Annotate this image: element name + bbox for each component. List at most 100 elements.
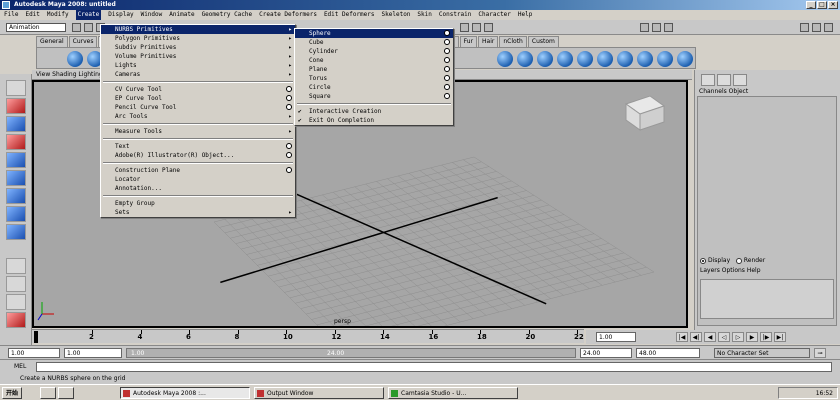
render-globals-icon[interactable]	[664, 23, 673, 32]
menu-constrain[interactable]: Constrain	[439, 10, 472, 20]
menu-file[interactable]: File	[4, 10, 18, 20]
create-menu-item-lights[interactable]: Lights ▸	[101, 61, 295, 70]
option-box-icon[interactable]	[444, 30, 450, 36]
create-menu-item-adobe-r-illustrator-r-object[interactable]: Adobe(R) Illustrator(R) Object...	[101, 151, 295, 160]
lasso-tool-icon[interactable]	[6, 98, 26, 114]
attribute-editor-toggle-icon[interactable]	[812, 23, 821, 32]
create-menu-item-sets[interactable]: Sets ▸	[101, 208, 295, 217]
outliner-layout-icon[interactable]	[6, 294, 26, 310]
playback-end-field[interactable]: 24.00	[580, 348, 632, 358]
sphere-shelf-icon[interactable]	[67, 51, 83, 67]
create-menu-item-arc-tools[interactable]: Arc Tools ▸	[101, 112, 295, 121]
create-menu-item-annotation[interactable]: Annotation...	[101, 184, 295, 193]
shelf-tab-hair[interactable]: Hair	[478, 36, 499, 47]
shelf-tab-fur[interactable]: Fur	[459, 36, 478, 47]
playback-start-field[interactable]: 1.00	[64, 348, 122, 358]
command-input[interactable]	[36, 362, 832, 372]
auto-key-icon[interactable]: ⊸	[814, 348, 826, 358]
go-to-start-icon[interactable]: |◀	[676, 332, 688, 342]
create-menu-item-pencil-curve-tool[interactable]: Pencil Curve Tool	[101, 103, 295, 112]
option-box-icon[interactable]	[286, 167, 292, 173]
create-menu-item-polygon-primitives[interactable]: Polygon Primitives ▸	[101, 34, 295, 43]
create-menu-item-volume-primitives[interactable]: Volume Primitives ▸	[101, 52, 295, 61]
shelf-tab-ncloth[interactable]: nCloth	[499, 36, 527, 47]
menu-character[interactable]: Character	[478, 10, 511, 20]
go-to-end-icon[interactable]: ▶|	[774, 332, 786, 342]
option-box-icon[interactable]	[286, 152, 292, 158]
option-box-icon[interactable]	[444, 48, 450, 54]
nurbs-menu-item-exit-on-completion[interactable]: ✔ Exit On Completion	[295, 116, 453, 125]
play-backwards-icon[interactable]: ◁	[718, 332, 730, 342]
view-cube[interactable]	[624, 95, 666, 131]
layer-list[interactable]	[700, 279, 834, 319]
current-frame-field[interactable]: 1.00	[596, 332, 636, 342]
create-menu-item-cameras[interactable]: Cameras ▸	[101, 70, 295, 79]
select-tool-icon[interactable]	[6, 80, 26, 96]
shelf-tool-icon[interactable]	[597, 51, 613, 67]
maximize-button[interactable]: □	[817, 1, 827, 9]
shelf-tool-icon[interactable]	[657, 51, 673, 67]
snap-curve-icon[interactable]	[472, 23, 481, 32]
menu-edit[interactable]: Edit	[25, 10, 39, 20]
layer-editor-menubar[interactable]: Layers Options Help	[700, 267, 761, 274]
shelf-tab-general[interactable]: General	[36, 36, 68, 47]
shelf-tool-icon[interactable]	[517, 51, 533, 67]
step-back-key-icon[interactable]: ◀|	[690, 332, 702, 342]
menu-create-deformers[interactable]: Create Deformers	[259, 10, 317, 20]
nurbs-menu-item-torus[interactable]: Torus	[295, 74, 453, 83]
animation-start-field[interactable]: 1.00	[8, 348, 60, 358]
shelf-tool-icon[interactable]	[557, 51, 573, 67]
scale-tool-icon[interactable]	[6, 170, 26, 186]
option-box-icon[interactable]	[286, 143, 292, 149]
ipr-render-icon[interactable]	[652, 23, 661, 32]
option-box-icon[interactable]	[444, 75, 450, 81]
option-box-icon[interactable]	[444, 66, 450, 72]
nurbs-menu-item-square[interactable]: Square	[295, 92, 453, 101]
create-menu-item-ep-curve-tool[interactable]: EP Curve Tool	[101, 94, 295, 103]
option-box-icon[interactable]	[444, 84, 450, 90]
command-language-label[interactable]: MEL	[14, 363, 26, 370]
menu-create[interactable]: Create	[75, 10, 102, 20]
create-menu-item-subdiv-primitives[interactable]: Subdiv Primitives ▸	[101, 43, 295, 52]
start-button[interactable]: 开始	[2, 387, 23, 399]
shelf-tab-curves[interactable]: Curves	[68, 36, 98, 47]
attribute-icon[interactable]	[733, 74, 747, 86]
create-menu-item-cv-curve-tool[interactable]: CV Curve Tool	[101, 85, 295, 94]
create-menu-item-locator[interactable]: Locator	[101, 175, 295, 184]
rotate-tool-icon[interactable]	[6, 152, 26, 168]
nurbs-menu-item-cone[interactable]: Cone	[295, 56, 453, 65]
manipulator-tool-icon[interactable]	[6, 188, 26, 204]
render-radio[interactable]	[735, 257, 742, 264]
menu-display[interactable]: Display	[108, 10, 133, 20]
shelf-tool-icon[interactable]	[617, 51, 633, 67]
option-box-icon[interactable]	[286, 104, 292, 110]
tool-settings-toggle-icon[interactable]	[824, 23, 833, 32]
create-menu-item-construction-plane[interactable]: Construction Plane	[101, 166, 295, 175]
close-button[interactable]: ×	[828, 1, 838, 9]
option-box-icon[interactable]	[286, 86, 292, 92]
option-box-icon[interactable]	[444, 39, 450, 45]
shelf-tool-icon[interactable]	[497, 51, 513, 67]
menu-help[interactable]: Help	[518, 10, 532, 20]
nurbs-menu-item-cube[interactable]: Cube	[295, 38, 453, 47]
shelf-tool-icon[interactable]	[677, 51, 693, 67]
menu-geometry-cache[interactable]: Geometry Cache	[202, 10, 253, 20]
nurbs-menu-item-circle[interactable]: Circle	[295, 83, 453, 92]
render-icon[interactable]	[640, 23, 649, 32]
shelf-tool-icon[interactable]	[577, 51, 593, 67]
create-menu-item-text[interactable]: Text	[101, 142, 295, 151]
menu-skin[interactable]: Skin	[417, 10, 431, 20]
nurbs-menu-item-plane[interactable]: Plane	[295, 65, 453, 74]
taskbar-item-output-window[interactable]: Output Window	[254, 387, 384, 399]
show-manipulator-icon[interactable]	[6, 224, 26, 240]
four-view-layout-icon[interactable]	[6, 276, 26, 292]
option-box-icon[interactable]	[444, 57, 450, 63]
current-frame-marker[interactable]	[34, 331, 38, 343]
menu-window[interactable]: Window	[141, 10, 163, 20]
shelf-tool-icon[interactable]	[637, 51, 653, 67]
move-tool-icon[interactable]	[6, 134, 26, 150]
single-perspective-layout-icon[interactable]	[6, 258, 26, 274]
create-menu-item-measure-tools[interactable]: Measure Tools ▸	[101, 127, 295, 136]
graph-layout-icon[interactable]	[6, 312, 26, 328]
channel-box-icon[interactable]	[701, 74, 715, 86]
